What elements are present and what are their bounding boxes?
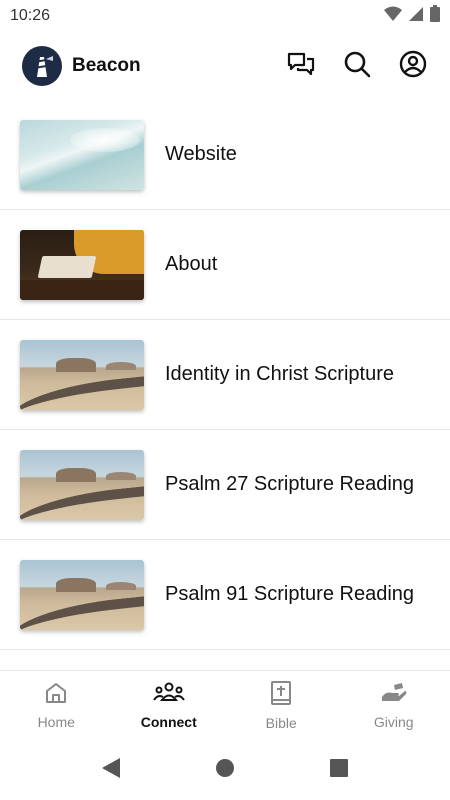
list-item-label: About (165, 253, 218, 275)
back-icon (101, 757, 121, 784)
list-item-website[interactable]: Website (0, 100, 450, 210)
chat-button[interactable] (286, 51, 316, 81)
bottom-nav: Home Connect Bible Giving (0, 670, 450, 740)
list-item-identity-in-christ[interactable]: Identity in Christ Scripture (0, 320, 450, 430)
ocean-waves-image (20, 119, 144, 190)
list-item-about[interactable]: About (0, 210, 450, 320)
lighthouse-logo[interactable] (22, 46, 62, 86)
bible-icon (270, 680, 292, 709)
home-icon (44, 681, 68, 708)
recents-icon (329, 758, 349, 783)
desert-road-image (20, 449, 144, 520)
desert-road-image (20, 559, 144, 630)
home-nav-button[interactable] (213, 758, 237, 782)
connect-list: Website About Identity in Christ Scriptu… (0, 100, 450, 670)
tab-bible-label: Bible (265, 715, 297, 731)
search-button[interactable] (342, 51, 372, 81)
wifi-icon (384, 6, 402, 27)
system-nav-bar (0, 740, 450, 800)
list-item-psalm-91[interactable]: Psalm 91 Scripture Reading (0, 540, 450, 650)
battery-icon (430, 5, 440, 27)
chat-icon (287, 51, 315, 82)
status-time: 10:26 (10, 7, 51, 24)
tab-giving-label: Giving (373, 714, 414, 730)
open-bible-image (20, 229, 144, 300)
status-bar: 10:26 (0, 0, 450, 32)
tab-connect-label: Connect (140, 714, 197, 730)
account-button[interactable] (398, 50, 428, 83)
app-actions (286, 50, 428, 83)
account-icon (399, 50, 427, 83)
list-item-label: Psalm 91 Scripture Reading (165, 583, 415, 605)
tab-bible[interactable]: Bible (225, 671, 338, 740)
giving-hand-icon (380, 681, 408, 708)
list-item-psalm-27[interactable]: Psalm 27 Scripture Reading (0, 430, 450, 540)
list-item-label: Psalm 27 Scripture Reading (165, 473, 415, 495)
app-title: Beacon (72, 55, 141, 76)
back-button[interactable] (99, 757, 123, 784)
tab-home-label: Home (37, 714, 75, 730)
app-bar: Beacon (0, 32, 450, 100)
status-icons (384, 5, 440, 27)
recents-button[interactable] (327, 758, 351, 782)
tab-giving[interactable]: Giving (338, 671, 450, 740)
home-circle-icon (215, 758, 235, 783)
search-icon (343, 50, 371, 83)
tab-connect[interactable]: Connect (113, 671, 226, 740)
people-icon (152, 681, 185, 708)
desert-road-image (20, 339, 144, 410)
list-item-label: Website (165, 143, 237, 165)
cell-signal-icon (408, 6, 424, 27)
list-item-label: Identity in Christ Scripture (165, 363, 394, 385)
tab-home[interactable]: Home (0, 671, 113, 740)
